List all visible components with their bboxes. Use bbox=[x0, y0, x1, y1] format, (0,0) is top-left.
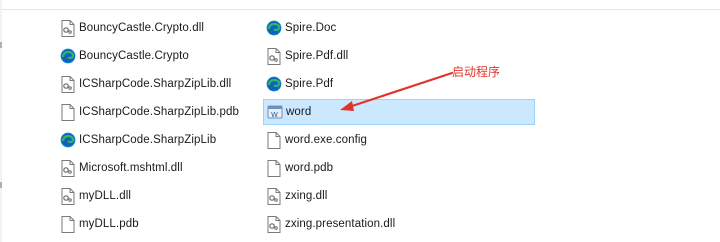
annotation-arrow bbox=[340, 71, 454, 111]
